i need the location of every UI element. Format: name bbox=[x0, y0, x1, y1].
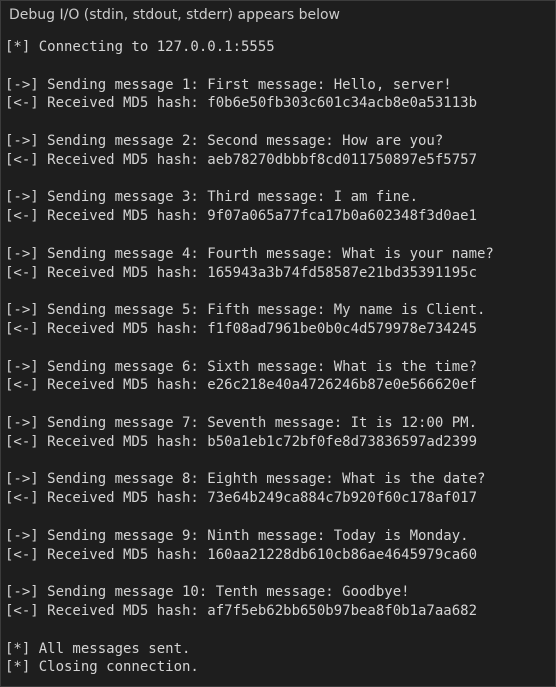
console-line: [->] Sending message 10: Tenth message: … bbox=[5, 584, 410, 601]
panel-title: Debug I/O (stdin, stdout, stderr) appear… bbox=[9, 7, 341, 23]
console-line: [<-] Received MD5 hash: f1f08ad7961be0b0… bbox=[5, 320, 478, 337]
console-line: [->] Sending message 1: First message: H… bbox=[5, 76, 452, 93]
debug-io-panel: Debug I/O (stdin, stdout, stderr) appear… bbox=[0, 0, 556, 687]
console-line: [<-] Received MD5 hash: 73e64b249ca884c7… bbox=[5, 490, 478, 507]
console-line: [->] Sending message 3: Third message: I… bbox=[5, 189, 419, 206]
console-line: [<-] Received MD5 hash: e26c218e40a47262… bbox=[5, 377, 478, 394]
console-line: [<-] Received MD5 hash: 165943a3b74fd585… bbox=[5, 264, 478, 281]
console-line: [->] Sending message 2: Second message: … bbox=[5, 132, 444, 149]
console-line: [<-] Received MD5 hash: 160aa21228db610c… bbox=[5, 546, 478, 563]
console-line: [*] Closing connection. bbox=[5, 659, 199, 676]
console-line: [*] All messages sent. bbox=[5, 640, 191, 657]
console-line: [->] Sending message 6: Sixth message: W… bbox=[5, 358, 478, 375]
console-line: [->] Sending message 8: Eighth message: … bbox=[5, 471, 486, 488]
console-line: [->] Sending message 7: Seventh message:… bbox=[5, 414, 478, 431]
console-line: [<-] Received MD5 hash: aeb78270dbbbf8cd… bbox=[5, 151, 478, 168]
console-line: [<-] Received MD5 hash: f0b6e50fb303c601… bbox=[5, 95, 478, 112]
console-line: [->] Sending message 9: Ninth message: T… bbox=[5, 527, 469, 544]
console-output[interactable]: [*] Connecting to 127.0.0.1:5555 [->] Sen… bbox=[5, 38, 555, 677]
console-line: [<-] Received MD5 hash: 9f07a065a77fca17… bbox=[5, 208, 478, 225]
console-line: [<-] Received MD5 hash: b50a1eb1c72bf0fe… bbox=[5, 433, 478, 450]
console-line: [<-] Received MD5 hash: af7f5eb62bb650b9… bbox=[5, 602, 478, 619]
console-line: [*] Connecting to 127.0.0.1:5555 bbox=[5, 39, 275, 55]
console-line: [->] Sending message 5: Fifth message: M… bbox=[5, 302, 486, 319]
console-line: [->] Sending message 4: Fourth message: … bbox=[5, 245, 494, 262]
